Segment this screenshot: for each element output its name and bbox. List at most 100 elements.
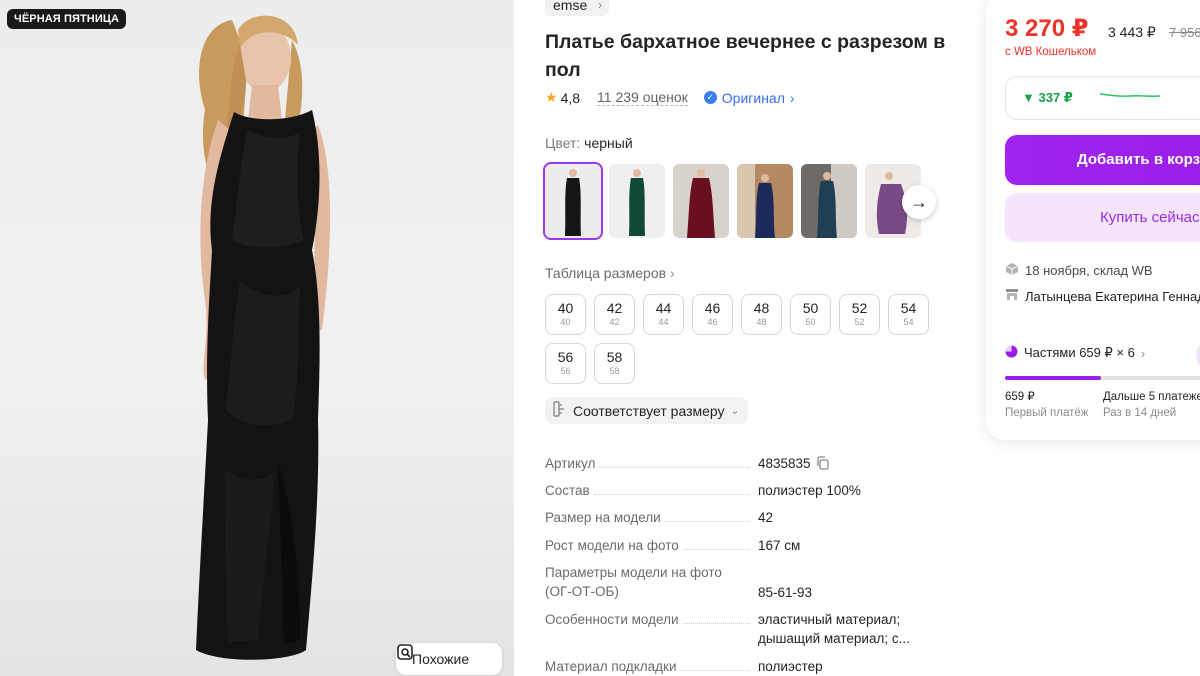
size-sub-label: 58: [609, 366, 620, 376]
color-value: черный: [584, 135, 633, 151]
buy-now-button[interactable]: Купить сейчас: [1005, 193, 1200, 242]
size-option-46[interactable]: 46 46: [692, 294, 733, 335]
original-badge[interactable]: ✓ Оригинал ›: [703, 89, 795, 106]
pie-chart-icon: [1005, 345, 1018, 361]
chevron-right-icon: ›: [1140, 345, 1146, 361]
product-title: Платье бархатное вечернее с разрезом в п…: [545, 31, 946, 81]
price-without-wallet: 3 443 ₽: [1108, 24, 1156, 40]
size-sub-label: 48: [756, 317, 767, 327]
size-option-56[interactable]: 56 56: [545, 343, 586, 384]
size-option-42[interactable]: 42 42: [594, 294, 635, 335]
rating-value: 4,8: [560, 89, 581, 106]
size-ru-label: 52: [851, 300, 868, 316]
price-history-widget[interactable]: ▼ 337 ₽: [1005, 76, 1200, 120]
spec-key: Размер на модели: [545, 508, 750, 527]
size-ru-label: 42: [606, 300, 623, 316]
installments-label: Частями 659 ₽ × 6: [1024, 345, 1135, 360]
chevron-right-icon: ›: [789, 89, 795, 106]
spec-value: 167 см: [758, 538, 801, 553]
brand-link[interactable]: emse ›: [545, 0, 610, 16]
size-ru-label: 50: [802, 300, 819, 316]
size-table-link[interactable]: Таблица размеров ›: [545, 265, 675, 281]
verified-check-icon: ✓: [703, 91, 717, 104]
color-label: Цвет: черный: [545, 135, 633, 151]
fit-label: Соответствует размеру: [573, 402, 725, 419]
size-ru-label: 54: [900, 300, 917, 316]
promo-badge: ЧЁРНАЯ ПЯТНИЦА: [7, 9, 127, 29]
first-payment-label: Первый платёж: [1005, 407, 1089, 419]
size-option-52[interactable]: 52 52: [839, 294, 880, 335]
installments-link[interactable]: Частями 659 ₽ × 6 ›: [1005, 345, 1145, 361]
spec-key-label: Рост модели на фото: [545, 538, 679, 553]
color-swatches: [543, 162, 921, 240]
color-caption: Цвет:: [545, 135, 581, 151]
store-icon: [1005, 288, 1019, 304]
chevron-right-icon: ›: [670, 265, 675, 281]
size-options: 40 40 42 42 44 44 46 46 48 48 50 50 52 52 54 54 56 56 58 58: [545, 294, 945, 384]
ruler-icon: [553, 401, 567, 420]
size-ru-label: 48: [753, 300, 770, 316]
spec-key-label: Материал подкладки: [545, 659, 677, 674]
size-option-48[interactable]: 48 48: [741, 294, 782, 335]
spec-key-label: Параметры модели на фото (ОГ-ОТ-ОБ): [545, 565, 722, 599]
size-ru-label: 40: [557, 300, 574, 316]
spec-value: 42: [758, 510, 774, 525]
size-sub-label: 42: [609, 317, 620, 327]
spec-key-label: Размер на модели: [545, 510, 661, 525]
spec-value: полиэстер: [758, 659, 823, 674]
spec-key: Материал подкладки: [545, 657, 750, 676]
spec-key: Параметры модели на фото (ОГ-ОТ-ОБ): [545, 563, 735, 601]
product-photo[interactable]: ЧЁРНАЯ ПЯТНИЦА Похожие: [0, 0, 514, 676]
spec-key-label: Особенности модели: [545, 612, 679, 627]
spec-value: 4835835: [758, 454, 928, 475]
next-payments: Дальше 5 платежей Раз в 14 дней: [1103, 389, 1200, 421]
swatch-burgundy[interactable]: [673, 164, 729, 238]
size-sub-label: 50: [805, 317, 816, 327]
size-sub-label: 52: [854, 317, 865, 327]
arrow-right-icon: →: [910, 191, 928, 212]
fit-dropdown[interactable]: Соответствует размеру ⌄: [545, 397, 748, 424]
spec-value: полиэстер 100%: [758, 483, 861, 498]
size-ru-label: 58: [606, 349, 623, 365]
leader-dots: [682, 610, 750, 624]
swatch-teal[interactable]: [801, 164, 857, 238]
swatch-emerald[interactable]: [609, 164, 665, 238]
swatch-navy[interactable]: [737, 164, 793, 238]
model-in-dress-image: [196, 15, 331, 660]
leader-dots: [599, 454, 750, 468]
installments-progress-fill: [1005, 376, 1101, 380]
size-option-40[interactable]: 40 40: [545, 294, 586, 335]
star-icon: ★: [545, 89, 558, 105]
installments-action-circle[interactable]: [1196, 338, 1200, 372]
swatch-black[interactable]: [543, 162, 603, 240]
reviews-link[interactable]: 11 239 оценок: [597, 89, 688, 106]
installments-progress: [1005, 376, 1200, 380]
size-table-label: Таблица размеров: [545, 265, 667, 281]
seller-info[interactable]: Латынцева Екатерина Геннадьевна: [1005, 288, 1200, 304]
spec-key-label: Артикул: [545, 456, 596, 471]
next-payments-label: Раз в 14 дней: [1103, 407, 1177, 419]
spec-key-label: Состав: [545, 483, 590, 498]
box-icon: [1005, 262, 1019, 279]
leader-dots: [593, 481, 750, 495]
original-label: Оригинал: [721, 89, 785, 106]
size-option-54[interactable]: 54 54: [888, 294, 929, 335]
price-original: 7 956: [1169, 25, 1200, 40]
brand-label: emse: [553, 0, 588, 13]
size-option-50[interactable]: 50 50: [790, 294, 831, 335]
next-payments-amount: Дальше 5 платежей: [1103, 391, 1200, 403]
add-to-cart-button[interactable]: Добавить в корзину: [1005, 135, 1200, 185]
size-option-44[interactable]: 44 44: [643, 294, 684, 335]
size-option-58[interactable]: 58 58: [594, 343, 635, 384]
article-number: 4835835: [758, 456, 811, 471]
leader-dots: [682, 536, 750, 550]
delivery-label: 18 ноября, склад WB: [1025, 263, 1153, 278]
copy-icon[interactable]: [816, 456, 829, 475]
similar-products-button[interactable]: Похожие: [396, 643, 502, 675]
price-current: 3 270 ₽: [1005, 15, 1089, 42]
swatches-next-button[interactable]: →: [902, 185, 936, 219]
first-payment: 659 ₽ Первый платёж: [1005, 389, 1089, 421]
size-sub-label: 56: [560, 366, 571, 376]
buy-card: 3 270 ₽ 3 443 ₽ 7 956 с WB Кошельком ▼ 3…: [986, 0, 1200, 440]
spec-key: Состав: [545, 481, 750, 500]
